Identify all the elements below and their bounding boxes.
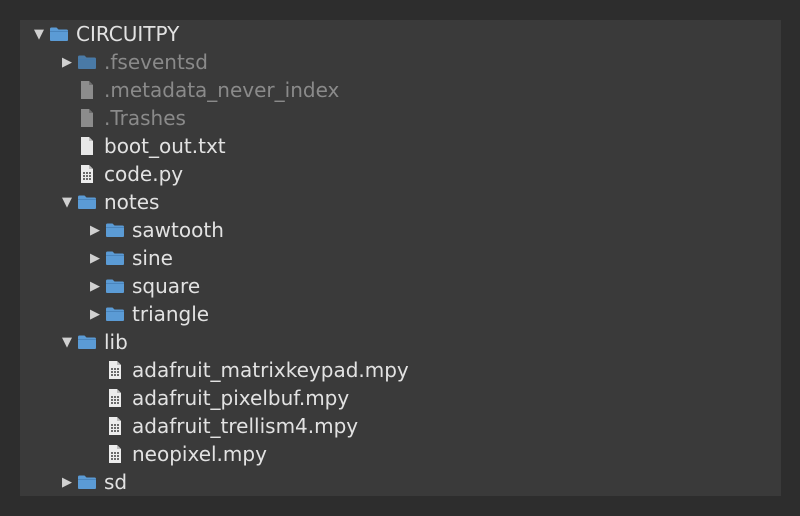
file-tree: ▼ CIRCUITPY ▶ .fseventsd .metadata_never_ind… (20, 20, 781, 496)
tree-item-label: .Trashes (104, 106, 186, 130)
tree-item-adafruit-trellism4-mpy[interactable]: adafruit_trellism4.mpy (20, 412, 781, 440)
file-icon (76, 76, 98, 104)
tree-item-label: boot_out.txt (104, 134, 226, 158)
code-file-icon (104, 356, 126, 384)
disclosure-expanded-icon[interactable]: ▼ (58, 188, 76, 216)
folder-icon (76, 188, 98, 216)
tree-item-label: .metadata_never_index (104, 78, 340, 102)
tree-item-lib[interactable]: ▼ lib (20, 328, 781, 356)
folder-icon (76, 468, 98, 496)
disclosure-collapsed-icon[interactable]: ▶ (86, 216, 104, 244)
folder-icon (76, 328, 98, 356)
tree-item-circuitpy[interactable]: ▼ CIRCUITPY (20, 20, 781, 48)
folder-icon (48, 20, 70, 48)
disclosure-expanded-icon[interactable]: ▼ (58, 328, 76, 356)
tree-item-label: sd (104, 470, 128, 494)
code-file-icon (76, 160, 98, 188)
tree-item-notes[interactable]: ▼ notes (20, 188, 781, 216)
folder-icon (104, 272, 126, 300)
tree-item-square[interactable]: ▶ square (20, 272, 781, 300)
tree-item-label: code.py (104, 162, 184, 186)
tree-item-label: notes (104, 190, 160, 214)
folder-icon (104, 216, 126, 244)
code-file-icon (104, 384, 126, 412)
file-icon (76, 104, 98, 132)
code-file-icon (104, 412, 126, 440)
code-file-icon (104, 440, 126, 468)
tree-item-label: sawtooth (132, 218, 224, 242)
folder-icon (104, 300, 126, 328)
tree-item-label: lib (104, 330, 128, 354)
file-icon (76, 132, 98, 160)
folder-icon (76, 48, 98, 76)
disclosure-collapsed-icon[interactable]: ▶ (86, 272, 104, 300)
tree-item-triangle[interactable]: ▶ triangle (20, 300, 781, 328)
tree-item-label: sine (132, 246, 173, 270)
tree-item-label: square (132, 274, 201, 298)
tree-item-trashes[interactable]: .Trashes (20, 104, 781, 132)
tree-item-label: CIRCUITPY (76, 22, 180, 46)
tree-item-adafruit-pixelbuf-mpy[interactable]: adafruit_pixelbuf.mpy (20, 384, 781, 412)
tree-item-sine[interactable]: ▶ sine (20, 244, 781, 272)
tree-item-neopixel-mpy[interactable]: neopixel.mpy (20, 440, 781, 468)
tree-item-label: neopixel.mpy (132, 442, 267, 466)
tree-item-adafruit-matrixkeypad-mpy[interactable]: adafruit_matrixkeypad.mpy (20, 356, 781, 384)
tree-item-label: adafruit_pixelbuf.mpy (132, 386, 350, 410)
disclosure-collapsed-icon[interactable]: ▶ (58, 468, 76, 496)
disclosure-collapsed-icon[interactable]: ▶ (86, 300, 104, 328)
tree-item-sd[interactable]: ▶ sd (20, 468, 781, 496)
disclosure-collapsed-icon[interactable]: ▶ (86, 244, 104, 272)
tree-item-code-py[interactable]: code.py (20, 160, 781, 188)
tree-item-fseventsd[interactable]: ▶ .fseventsd (20, 48, 781, 76)
tree-item-label: adafruit_matrixkeypad.mpy (132, 358, 409, 382)
disclosure-collapsed-icon[interactable]: ▶ (58, 48, 76, 76)
tree-item-label: triangle (132, 302, 210, 326)
folder-icon (104, 244, 126, 272)
tree-item-sawtooth[interactable]: ▶ sawtooth (20, 216, 781, 244)
tree-item-boot-out-txt[interactable]: boot_out.txt (20, 132, 781, 160)
tree-item-metadata-never-index[interactable]: .metadata_never_index (20, 76, 781, 104)
disclosure-expanded-icon[interactable]: ▼ (30, 20, 48, 48)
tree-item-label: adafruit_trellism4.mpy (132, 414, 359, 438)
tree-item-label: .fseventsd (104, 50, 208, 74)
